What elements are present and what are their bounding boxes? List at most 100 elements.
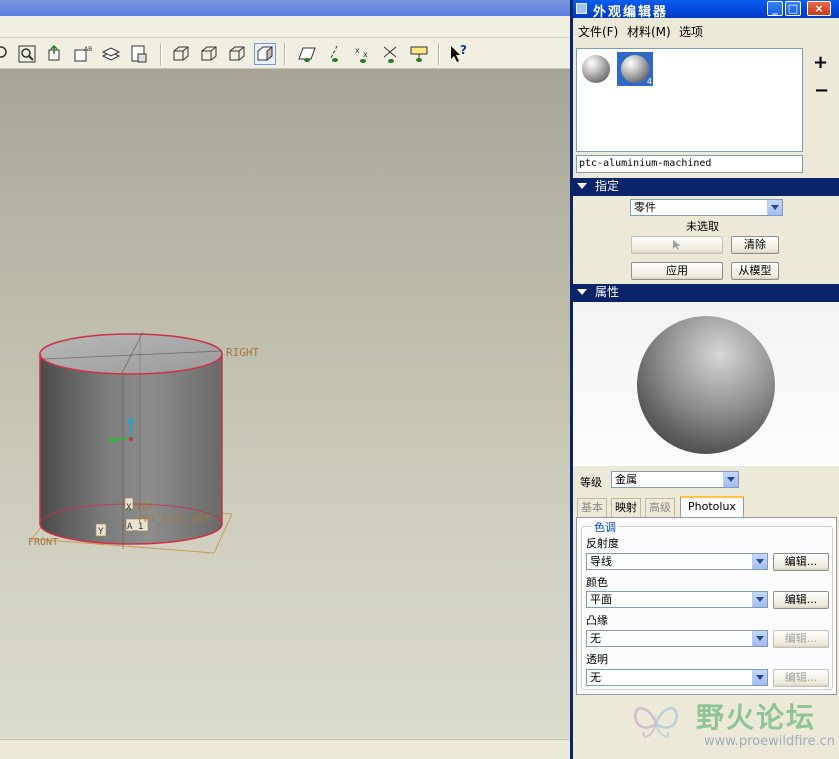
cad-toolbar: AB xx ? [0, 38, 570, 69]
zoom-window-icon[interactable] [16, 43, 38, 65]
zoom-icon[interactable] [0, 43, 16, 65]
preview-sphere [637, 316, 775, 454]
sphere-swatch-icon [582, 55, 610, 83]
reflectance-edit-button[interactable]: 编辑... [773, 553, 829, 571]
axis-label-a1[interactable]: A_1 [127, 522, 143, 532]
select-pick-button[interactable] [631, 236, 723, 254]
svg-text:x: x [363, 50, 368, 59]
tab-advanced[interactable]: 高级 [645, 498, 675, 517]
chevron-down-icon[interactable] [723, 472, 738, 487]
shading-icon[interactable] [254, 43, 276, 65]
photolux-tab-panel: 色调 反射度 导线 编辑... 颜色 平面 编辑... 凸缘 无 编辑... 透… [576, 517, 837, 695]
watermark-url: www.proewildfire.cn [704, 734, 835, 749]
clear-button[interactable]: 清除 [731, 236, 779, 254]
tab-map[interactable]: 映射 [611, 498, 641, 517]
assign-target-select[interactable]: 零件 [630, 199, 783, 216]
chevron-down-icon[interactable] [752, 670, 767, 685]
datum-label-top[interactable]: TOP [136, 502, 154, 513]
close-button[interactable]: × [807, 1, 831, 16]
cad-title-bar [0, 0, 570, 16]
cad-status-bar [0, 739, 570, 759]
from-model-button[interactable]: 从模型 [731, 262, 779, 280]
reflectance-select[interactable]: 导线 [586, 553, 768, 570]
toolbar-separator [438, 43, 440, 65]
no-hidden-icon[interactable] [226, 43, 248, 65]
editor-title: 外观编辑器 [593, 5, 669, 20]
swatch-index-mark: 4 [646, 77, 652, 86]
bump-label: 凸缘 [586, 614, 608, 627]
transparency-select[interactable]: 无 [586, 669, 768, 686]
apply-button[interactable]: 应用 [631, 262, 723, 280]
menu-material[interactable]: 材料(M) [627, 23, 671, 40]
appearance-swatch-default[interactable] [581, 53, 611, 85]
appearance-palette[interactable]: 4 [576, 48, 803, 152]
window-app-icon [576, 3, 587, 14]
sphere-swatch-icon [621, 55, 649, 83]
properties-section-title: 属性 [595, 285, 620, 299]
datum-axes-icon[interactable] [324, 43, 346, 65]
transparency-label: 透明 [586, 653, 608, 666]
tone-group: 色调 反射度 导线 编辑... 颜色 平面 编辑... 凸缘 无 编辑... 透… [581, 519, 833, 690]
datum-points-icon[interactable]: xx [352, 43, 374, 65]
tone-group-title: 色调 [592, 519, 618, 535]
remove-appearance-button[interactable]: − [814, 80, 829, 101]
color-select[interactable]: 平面 [586, 591, 768, 608]
layers-icon[interactable] [100, 43, 122, 65]
chevron-down-icon[interactable] [752, 592, 767, 607]
model-viewport[interactable]: RIGHT TOP X PRT_CSYS_DEF FRONT Y A_1 [0, 69, 570, 739]
appearance-editor-window: 外观编辑器 _ □ × 文件(F) 材料(M) 选项 4 + − ptc-alu… [573, 0, 839, 759]
datum-label-front[interactable]: FRONT [28, 537, 58, 548]
color-value: 平面 [590, 593, 612, 606]
appearance-preview [573, 302, 839, 466]
forum-watermark: 野火论坛 www.proewildfire.cn [630, 694, 839, 754]
assign-section-title: 指定 [595, 179, 620, 193]
bump-value: 无 [590, 632, 601, 645]
arrow-cursor-icon [673, 240, 681, 250]
appearance-swatch-aluminium[interactable]: 4 [617, 52, 653, 86]
collapse-triangle-icon [577, 183, 587, 189]
coordinate-systems-icon[interactable] [380, 43, 402, 65]
bump-edit-button[interactable]: 编辑... [773, 630, 829, 648]
menu-file[interactable]: 文件(F) [578, 23, 618, 40]
editor-title-bar[interactable]: 外观编辑器 _ □ × [573, 0, 839, 20]
reflectance-value: 导线 [590, 555, 612, 568]
minimize-button[interactable]: _ [767, 1, 783, 16]
csys-label-y: Y [98, 527, 104, 537]
cad-menu-bar [0, 16, 570, 38]
class-select[interactable]: 金属 [611, 471, 739, 488]
maximize-icon: □ [787, 2, 799, 15]
view-manager-icon[interactable] [128, 43, 150, 65]
maximize-button[interactable]: □ [785, 1, 801, 16]
color-edit-button[interactable]: 编辑... [773, 591, 829, 609]
csys-x-axis [111, 438, 132, 441]
class-value: 金属 [615, 473, 637, 486]
menu-options[interactable]: 选项 [679, 23, 703, 40]
transparency-edit-button[interactable]: 编辑... [773, 669, 829, 687]
annotations-icon[interactable] [408, 43, 430, 65]
datum-label-csys[interactable]: PRT_CSYS_DEF [138, 514, 210, 525]
datum-label-right[interactable]: RIGHT [226, 346, 259, 359]
datum-planes-icon[interactable] [296, 43, 318, 65]
bump-select[interactable]: 无 [586, 630, 768, 647]
hidden-line-icon[interactable] [198, 43, 220, 65]
tab-photolux[interactable]: Photolux [680, 496, 744, 518]
context-help-icon[interactable]: ? [448, 43, 470, 65]
chevron-down-icon[interactable] [752, 631, 767, 646]
appearance-name-field[interactable]: ptc-aluminium-machined [576, 155, 803, 173]
cylinder-top-face[interactable] [39, 333, 223, 375]
saved-views-icon[interactable]: AB [72, 43, 94, 65]
transparency-value: 无 [590, 671, 601, 684]
add-appearance-button[interactable]: + [813, 52, 828, 73]
assign-section-header[interactable]: 指定 [573, 178, 839, 196]
selection-status: 未选取 [686, 220, 719, 233]
reorient-icon[interactable] [44, 43, 66, 65]
reflectance-label: 反射度 [586, 537, 619, 550]
chevron-down-icon[interactable] [767, 200, 782, 215]
properties-section-header[interactable]: 属性 [573, 284, 839, 302]
toolbar-separator [160, 43, 162, 65]
assign-target-value: 零件 [634, 201, 656, 214]
chevron-down-icon[interactable] [752, 554, 767, 569]
wireframe-icon[interactable] [170, 43, 192, 65]
tab-basic[interactable]: 基本 [577, 498, 607, 517]
minimize-icon: _ [772, 2, 778, 15]
